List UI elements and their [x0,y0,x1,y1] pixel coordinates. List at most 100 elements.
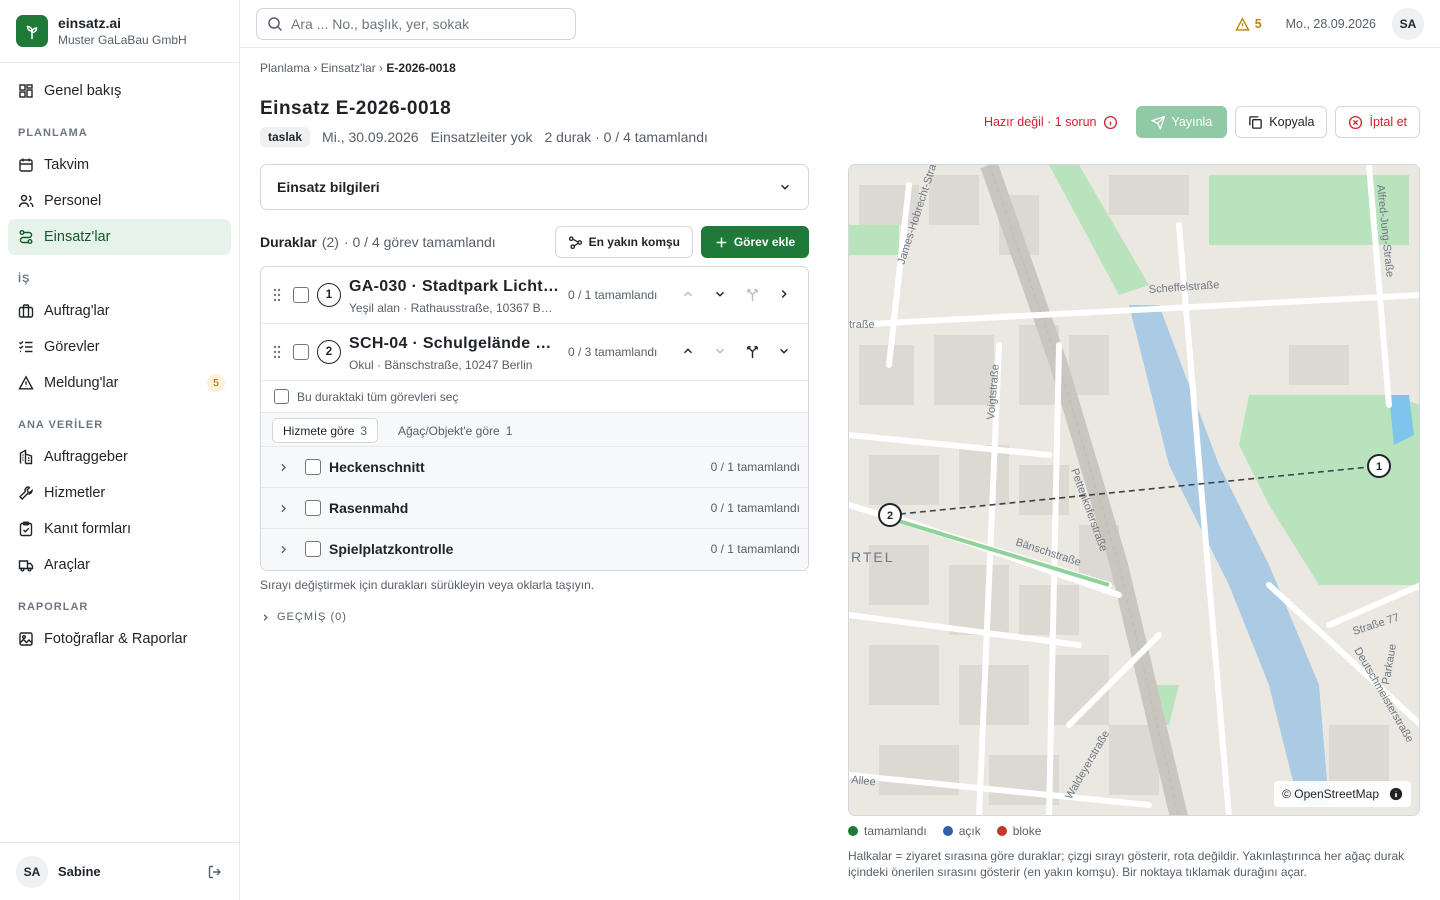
stops-list: 1 GA-030 · Stadtpark Lichtenberg Yeşil a… [260,266,809,571]
sidebar-item-staff[interactable]: Personel [8,183,231,219]
chevron-down-icon[interactable] [777,344,791,358]
map-marker-1[interactable]: 1 [1367,454,1391,478]
readiness-text: Hazır değil · 1 sorun [983,115,1097,129]
stop-row[interactable]: 2 SCH-04 · Schulgelände Bänschstraße Oku… [261,324,808,381]
add-task-button[interactable]: Görev ekle [701,226,809,258]
nav-section-master: ANA VERİLER [18,419,104,431]
image-icon [19,632,33,646]
warnings-count: 5 [1254,17,1262,31]
sidebar-item-calendar[interactable]: Takvim [8,147,231,183]
chevron-right-icon[interactable] [777,287,791,301]
task-name: Heckenschnitt [329,459,425,475]
einsatz-date: Mi., 30.09.2026 [322,129,419,145]
split-icon[interactable] [745,344,760,359]
chevron-down-icon[interactable] [713,287,727,301]
avatar[interactable]: SA [16,855,48,888]
map-marker-2[interactable]: 2 [878,503,902,527]
sidebar-item-clients[interactable]: Auftraggeber [8,439,231,475]
search-input[interactable]: Ara ... No., başlık, yer, sokak [256,8,576,40]
einsatz-leader: Einsatzleiter yok [430,129,533,145]
chevron-up-icon[interactable] [681,287,695,301]
copy-button[interactable]: Kopyala [1235,106,1328,138]
readiness-status[interactable]: Hazır değil · 1 sorun [984,115,1118,130]
task-row[interactable]: Rasenmahd 0 / 1 tamamlandı [261,488,808,529]
avatar[interactable]: SA [1392,8,1424,40]
task-row[interactable]: Spielplatzkontrolle 0 / 1 tamamlandı [261,529,808,570]
count-badge: 5 [207,374,225,392]
stop-progress: 0 / 1 tamamlandı [568,288,658,302]
sidebar-item-vehicles[interactable]: Araçlar [8,547,231,583]
task-checkbox[interactable] [305,500,321,516]
sidebar-item-services[interactable]: Hizmetler [8,475,231,511]
breadcrumb-planning[interactable]: Planlama [260,61,310,75]
copy-label: Kopyala [1269,115,1315,129]
add-task-label: Görev ekle [733,235,796,249]
sidebar-item-evidence[interactable]: Kanıt formları [8,511,231,547]
cancel-button[interactable]: İptal et [1335,106,1420,138]
task-progress: 0 / 1 tamamlandı [710,501,800,515]
sidebar-item-label: Personel [44,193,102,209]
sidebar-item-label: Fotoğraflar & Raporlar [44,631,188,647]
legend-dot [848,826,858,836]
cancel-label: İptal et [1369,115,1407,129]
legend-item-blocked: bloke [996,824,1041,838]
users-icon [18,194,34,208]
chevron-right-icon[interactable] [277,543,290,556]
sidebar-item-label: Auftraggeber [44,449,128,465]
stop-checkbox[interactable] [293,344,309,360]
map[interactable]: James-Hobrecht-Straße Scheffelstraße Alf… [848,164,1420,816]
stop-progress: 0 / 3 tamamlandı [568,345,658,359]
history-toggle[interactable]: GEÇMİŞ (0) [260,611,347,623]
stop-checkbox[interactable] [293,287,309,303]
chevron-right-icon[interactable] [277,461,290,474]
select-all-checkbox[interactable] [274,389,289,404]
calendar-icon [19,158,33,172]
brand[interactable]: einsatz.ai Muster GaLaBau GmbH [0,0,239,63]
split-icon[interactable] [745,287,760,302]
einsatz-meta: taslak Mi., 30.09.2026 Einsatzleiter yok… [260,127,708,147]
tab-by-object[interactable]: Ağaç/Objekt'e göre 1 [398,418,512,443]
einsatz-progress: 2 durak · 0 / 4 tamamlandı [544,129,708,145]
legend-label: açık [958,824,981,838]
map-attribution[interactable]: © OpenStreetMap [1274,781,1411,807]
sidebar-item-label: Einsatz'lar [44,229,111,245]
task-row[interactable]: Heckenschnitt 0 / 1 tamamlandı [261,447,808,488]
sidebar-item-tasks[interactable]: Görevler [8,329,231,365]
logout-icon[interactable] [207,864,223,880]
warnings-indicator[interactable]: 5 [1234,16,1262,32]
drag-handle-icon[interactable] [273,288,281,302]
task-checkbox[interactable] [305,541,321,557]
task-name: Rasenmahd [329,500,409,516]
stop-row[interactable]: 1 GA-030 · Stadtpark Lichtenberg Yeşil a… [261,267,808,324]
sidebar-item-missions[interactable]: Einsatz'lar [8,219,231,255]
einsatz-info-panel[interactable]: Einsatz bilgileri [260,164,809,210]
nearest-neighbor-button[interactable]: En yakın komşu [554,226,693,258]
task-checkbox[interactable] [305,459,321,475]
drag-handle-icon[interactable] [273,345,281,359]
sidebar-item-orders[interactable]: Auftrag'lar [8,293,231,329]
workflow-icon [568,235,582,249]
sidebar-item-photos[interactable]: Fotoğraflar & Raporlar [8,621,231,657]
tab-by-service[interactable]: Hizmete göre 3 [272,418,379,443]
task-name: Spielplatzkontrolle [329,541,454,557]
select-all-row[interactable]: Bu duraktaki tüm görevleri seç [261,381,808,413]
topbar-right: 5 Mo., 28.09.2026 SA [1234,8,1424,40]
stop-title: GA-030 · Stadtpark Lichtenberg [349,278,559,295]
breadcrumb-separator: › [313,61,318,75]
chevron-up-icon[interactable] [681,344,695,358]
sidebar-item-reports-msg[interactable]: Meldung'lar 5 [8,365,231,401]
info-icon[interactable] [1389,787,1403,801]
legend-label: tamamlandı [864,824,927,838]
chevron-down-icon[interactable] [713,344,727,358]
user-footer: SA Sabine [0,842,239,900]
task-progress: 0 / 1 tamamlandı [710,460,800,474]
breadcrumb-missions[interactable]: Einsatz'lar [321,61,376,75]
map-canvas[interactable]: James-Hobrecht-Straße Scheffelstraße Alf… [849,165,1420,816]
stops-summary: · 0 / 4 görev tamamlandı [343,234,496,250]
brand-name: einsatz.ai [58,15,122,31]
sidebar-item-overview[interactable]: Genel bakış [8,73,231,109]
publish-button[interactable]: Yayınla [1135,106,1228,138]
chevron-right-icon[interactable] [277,502,290,515]
map-note: Halkalar = ziyaret sırasına göre durakla… [848,849,1405,879]
info-icon [1103,115,1117,129]
